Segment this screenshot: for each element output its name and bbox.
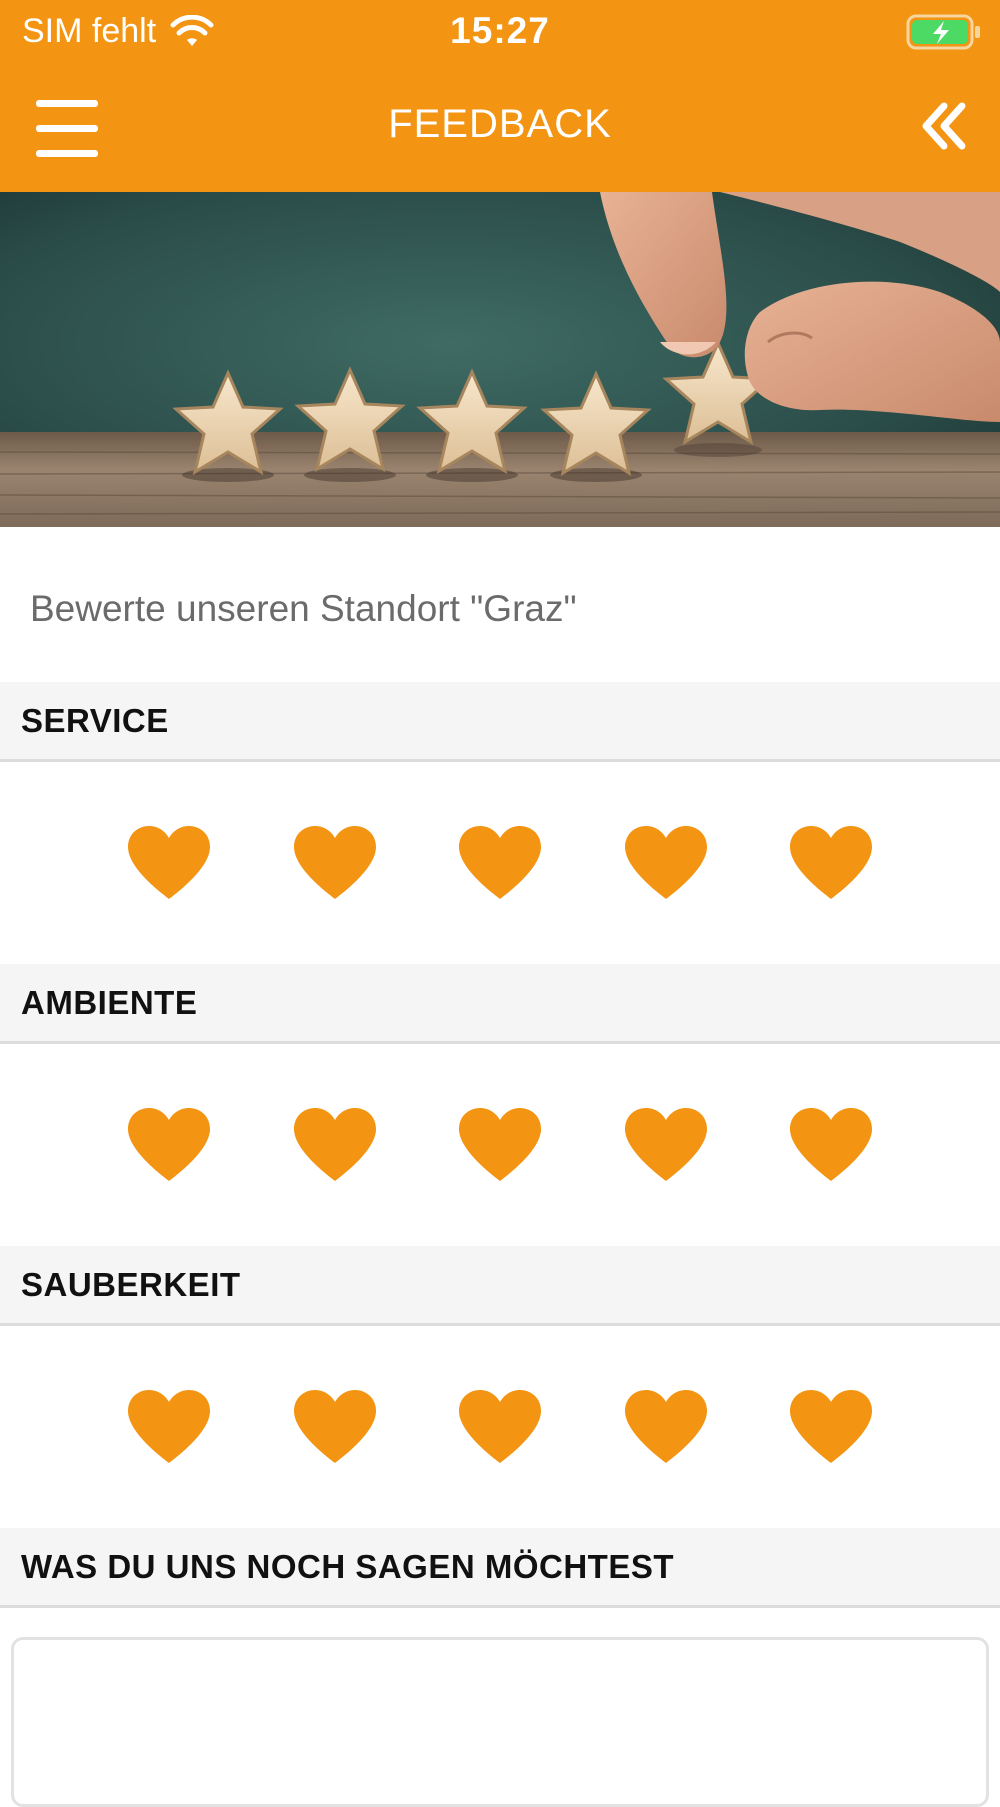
page-title: FEEDBACK bbox=[388, 102, 612, 146]
heart-icon bbox=[625, 1390, 707, 1463]
heart-icon bbox=[128, 1108, 210, 1181]
heart-rating-3[interactable] bbox=[457, 825, 543, 901]
rating-ambiente bbox=[0, 1085, 1000, 1205]
comment-field[interactable] bbox=[11, 1637, 989, 1807]
status-bar: SIM fehlt 15:27 bbox=[0, 0, 1000, 64]
section-label: SERVICE bbox=[21, 702, 169, 739]
heart-icon bbox=[128, 826, 210, 899]
heart-rating-4[interactable] bbox=[623, 1107, 709, 1183]
hero-image bbox=[0, 192, 1000, 527]
heart-icon bbox=[459, 826, 541, 899]
heart-rating-2[interactable] bbox=[292, 1107, 378, 1183]
heart-icon bbox=[128, 1390, 210, 1463]
heart-icon bbox=[294, 1108, 376, 1181]
heart-icon bbox=[294, 826, 376, 899]
rating-sauberkeit bbox=[0, 1367, 1000, 1487]
heart-rating-1[interactable] bbox=[126, 1389, 212, 1465]
battery-charging-icon bbox=[906, 14, 980, 50]
section-header-sauberkeit: SAUBERKEIT bbox=[0, 1246, 1000, 1326]
heart-icon bbox=[625, 826, 707, 899]
heart-rating-5[interactable] bbox=[788, 825, 874, 901]
section-header-ambiente: AMBIENTE bbox=[0, 964, 1000, 1044]
heart-rating-2[interactable] bbox=[292, 825, 378, 901]
heart-icon bbox=[459, 1390, 541, 1463]
section-label: WAS DU UNS NOCH SAGEN MÖCHTEST bbox=[21, 1548, 675, 1585]
status-time: 15:27 bbox=[450, 10, 550, 51]
heart-icon bbox=[625, 1108, 707, 1181]
section-header-service: SERVICE bbox=[0, 682, 1000, 762]
nav-bar: FEEDBACK bbox=[0, 64, 1000, 192]
double-chevron-left-icon bbox=[922, 102, 966, 150]
heart-rating-1[interactable] bbox=[126, 1107, 212, 1183]
section-label: AMBIENTE bbox=[21, 984, 198, 1021]
heart-icon bbox=[790, 1108, 872, 1181]
heart-icon bbox=[790, 826, 872, 899]
heart-rating-5[interactable] bbox=[788, 1389, 874, 1465]
heart-rating-4[interactable] bbox=[623, 825, 709, 901]
heart-rating-3[interactable] bbox=[457, 1389, 543, 1465]
heart-icon bbox=[790, 1390, 872, 1463]
section-header-comment: WAS DU UNS NOCH SAGEN MÖCHTEST bbox=[0, 1528, 1000, 1608]
heart-rating-2[interactable] bbox=[292, 1389, 378, 1465]
heart-rating-5[interactable] bbox=[788, 1107, 874, 1183]
back-button[interactable] bbox=[918, 100, 970, 157]
heart-rating-4[interactable] bbox=[623, 1389, 709, 1465]
heart-rating-1[interactable] bbox=[126, 825, 212, 901]
heart-icon bbox=[459, 1108, 541, 1181]
section-label: SAUBERKEIT bbox=[21, 1266, 241, 1303]
heart-rating-3[interactable] bbox=[457, 1107, 543, 1183]
location-prompt: Bewerte unseren Standort "Graz" bbox=[30, 588, 577, 629]
rating-service bbox=[0, 803, 1000, 923]
heart-icon bbox=[294, 1390, 376, 1463]
